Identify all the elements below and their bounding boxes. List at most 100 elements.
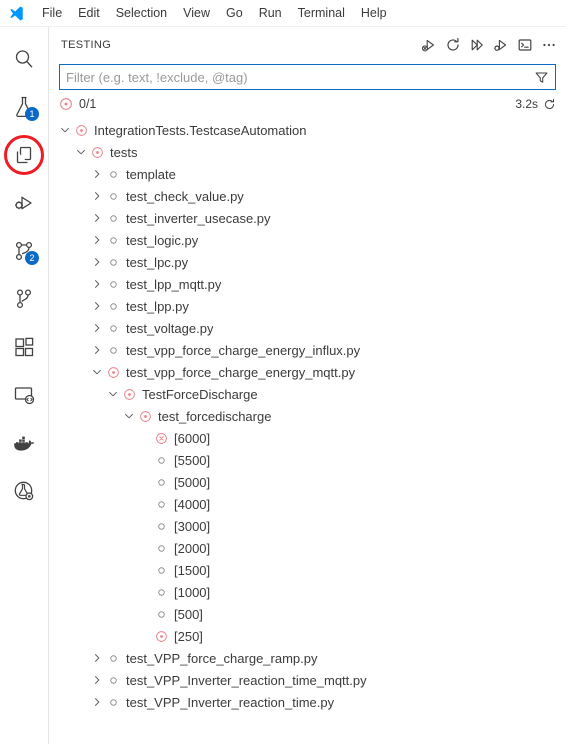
test-tree-row[interactable]: test_vpp_force_charge_energy_influx.py xyxy=(49,339,566,361)
menu-run[interactable]: Run xyxy=(251,3,290,23)
test-tree-label: [5000] xyxy=(174,474,211,490)
test-tree-row[interactable]: [500] xyxy=(49,603,566,625)
chevron-right-icon[interactable] xyxy=(89,295,105,317)
activity-item-run-and-debug[interactable] xyxy=(0,179,48,227)
test-tree-row[interactable]: [4000] xyxy=(49,493,566,515)
menu-selection[interactable]: Selection xyxy=(108,3,175,23)
chevron-right-icon[interactable] xyxy=(89,229,105,251)
test-tree-row[interactable]: [2000] xyxy=(49,537,566,559)
test-tree-label: test_vpp_force_charge_energy_influx.py xyxy=(126,342,361,358)
test-tree-row[interactable]: template xyxy=(49,163,566,185)
run-with-coverage-button[interactable] xyxy=(418,34,440,56)
chevron-right-icon[interactable] xyxy=(89,273,105,295)
test-tree-row[interactable]: test_voltage.py xyxy=(49,317,566,339)
activity-item-search[interactable] xyxy=(0,35,48,83)
unset-icon xyxy=(105,317,121,339)
refresh-spinner-icon xyxy=(544,98,555,109)
chevron-down-icon[interactable] xyxy=(73,141,89,163)
filter-box[interactable] xyxy=(59,64,556,90)
chevron-right-icon[interactable] xyxy=(89,339,105,361)
workbench-body: 1 2 TESTING Filter (e.g. text, !exclude,… xyxy=(0,27,566,744)
test-tree-row[interactable]: test_check_value.py xyxy=(49,185,566,207)
menu-items: File Edit Selection View Go Run Terminal… xyxy=(34,3,395,23)
test-tree-row[interactable]: [3000] xyxy=(49,515,566,537)
run-and-debug-icon xyxy=(15,196,32,210)
activity-item-branch[interactable] xyxy=(0,275,48,323)
unset-icon xyxy=(105,295,121,317)
test-tree-row[interactable]: test_lpp.py xyxy=(49,295,566,317)
test-tree-row[interactable]: test_inverter_usecase.py xyxy=(49,207,566,229)
more-actions-button[interactable] xyxy=(538,34,560,56)
test-tree-row[interactable]: test_vpp_force_charge_energy_mqtt.py xyxy=(49,361,566,383)
run-all-tests-button[interactable] xyxy=(466,34,488,56)
chevron-down-icon[interactable] xyxy=(57,119,73,141)
test-tree-row[interactable]: test_lpc.py xyxy=(49,251,566,273)
queued-icon xyxy=(121,383,137,405)
unset-icon xyxy=(153,603,169,625)
unset-icon xyxy=(153,449,169,471)
menu-help[interactable]: Help xyxy=(353,3,395,23)
activity-item-remote-explorer[interactable] xyxy=(0,371,48,419)
test-tree-label: [6000] xyxy=(174,430,211,446)
test-tree-row[interactable]: IntegrationTests.TestcaseAutomation xyxy=(49,119,566,141)
test-tree-row[interactable]: test_VPP_force_charge_ramp.py xyxy=(49,647,566,669)
activity-item-source-control[interactable]: 2 xyxy=(0,227,48,275)
activity-item-docker[interactable] xyxy=(0,419,48,467)
failed-icon xyxy=(153,427,169,449)
test-tree-row[interactable]: [250] xyxy=(49,625,566,647)
filter-container xyxy=(49,62,566,90)
test-tree-row[interactable]: test_logic.py xyxy=(49,229,566,251)
test-tree-row[interactable]: [6000] xyxy=(49,427,566,449)
test-tree-label: test_voltage.py xyxy=(126,320,214,336)
test-tree-row[interactable]: [1000] xyxy=(49,581,566,603)
test-status-row: 0/1 3.2s xyxy=(49,93,566,115)
test-count: 0/1 xyxy=(79,97,97,111)
test-tree-row[interactable]: test_VPP_Inverter_reaction_time.py xyxy=(49,691,566,713)
menu-edit[interactable]: Edit xyxy=(70,3,108,23)
activity-item-test-lab[interactable] xyxy=(0,467,48,515)
chevron-down-icon[interactable] xyxy=(121,405,137,427)
refresh-tests-button[interactable] xyxy=(442,34,464,56)
test-tree-row[interactable]: [1500] xyxy=(49,559,566,581)
test-tree-label: IntegrationTests.TestcaseAutomation xyxy=(94,122,307,138)
chevron-down-icon[interactable] xyxy=(89,361,105,383)
chevron-right-icon[interactable] xyxy=(89,251,105,273)
test-tree-label: test_VPP_Inverter_reaction_time.py xyxy=(126,694,335,710)
menu-terminal[interactable]: Terminal xyxy=(290,3,353,23)
filter-funnel-button[interactable] xyxy=(531,67,551,87)
twisty-spacer xyxy=(137,471,153,493)
chevron-down-icon[interactable] xyxy=(105,383,121,405)
test-tree-row[interactable]: tests xyxy=(49,141,566,163)
menu-go[interactable]: Go xyxy=(218,3,251,23)
debug-all-tests-button[interactable] xyxy=(490,34,512,56)
test-tree-label: [3000] xyxy=(174,518,211,534)
chevron-right-icon[interactable] xyxy=(89,691,105,713)
menu-view[interactable]: View xyxy=(175,3,218,23)
docker-icon xyxy=(14,436,35,451)
activity-item-testing[interactable]: 1 xyxy=(0,83,48,131)
activity-item-extensions[interactable] xyxy=(0,323,48,371)
chevron-right-icon[interactable] xyxy=(89,185,105,207)
test-tree-row[interactable]: [5500] xyxy=(49,449,566,471)
test-tree-row[interactable]: [5000] xyxy=(49,471,566,493)
test-tree-row[interactable]: test_forcedischarge xyxy=(49,405,566,427)
chevron-right-icon[interactable] xyxy=(89,207,105,229)
chevron-right-icon[interactable] xyxy=(89,647,105,669)
chevron-right-icon[interactable] xyxy=(89,669,105,691)
chevron-right-icon[interactable] xyxy=(89,317,105,339)
activity-item-copy-files[interactable] xyxy=(0,131,48,179)
twisty-spacer xyxy=(137,515,153,537)
unset-icon xyxy=(153,537,169,559)
menu-file[interactable]: File xyxy=(34,3,70,23)
test-tree-label: tests xyxy=(110,144,138,160)
show-output-button[interactable] xyxy=(514,34,536,56)
chevron-right-icon[interactable] xyxy=(89,163,105,185)
test-tree-row[interactable]: test_VPP_Inverter_reaction_time_mqtt.py xyxy=(49,669,566,691)
run-all-tests-icon xyxy=(471,39,483,50)
test-tree-row[interactable]: test_lpp_mqtt.py xyxy=(49,273,566,295)
unset-icon xyxy=(105,273,121,295)
test-lab-icon xyxy=(14,481,34,501)
test-tree-row[interactable]: TestForceDischarge xyxy=(49,383,566,405)
test-tree-label: [500] xyxy=(174,606,203,622)
filter-input[interactable] xyxy=(66,69,531,85)
